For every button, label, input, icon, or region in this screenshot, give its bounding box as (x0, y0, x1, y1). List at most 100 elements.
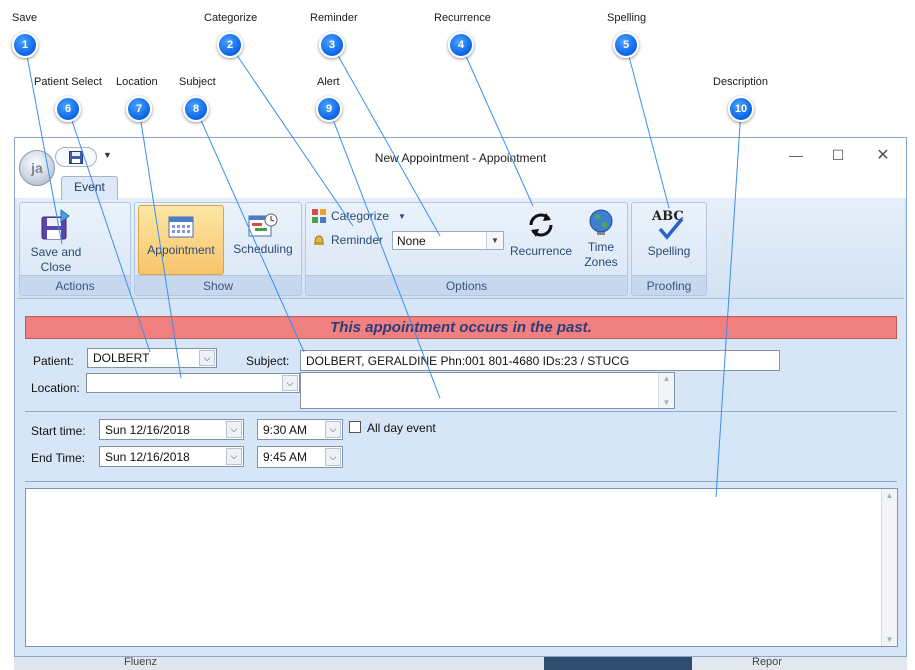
save-close-label-1: Save and (30, 245, 82, 259)
save-and-close-button[interactable]: Save and Close (26, 208, 86, 276)
subject-label: Subject: (246, 354, 290, 368)
all-day-checkbox[interactable] (349, 421, 361, 433)
time-zones-label-1: Time (587, 240, 615, 254)
reminder-label: Reminder (331, 233, 384, 247)
group-options: Options Categorize ▼ Reminder None ▼ Rec… (305, 202, 628, 296)
appointment-window: New Appointment - Appointment ▼ — ☐ ✕ ja… (14, 137, 907, 657)
save-close-label-2: Close (40, 260, 72, 274)
separator-bottom (25, 481, 897, 482)
spelling-button[interactable]: ABC Spelling (638, 209, 700, 271)
background-window-dark (544, 657, 692, 670)
globe-icon (589, 209, 613, 235)
save-close-icon (41, 209, 70, 240)
patient-select[interactable]: DOLBERT ⌵ (87, 348, 217, 368)
categorize-button[interactable]: Categorize ▼ (312, 209, 406, 223)
callout-label-patient-select: Patient Select (34, 76, 102, 88)
callout-label-save: Save (12, 12, 38, 24)
reminder-control: Reminder (312, 233, 383, 247)
scheduling-label: Scheduling (233, 242, 293, 256)
callout-label-spelling: Spelling (607, 12, 647, 24)
callout-label-categorize: Categorize (204, 12, 258, 24)
callout-badge-5: 5 (613, 32, 639, 58)
group-actions: Actions Save and Close (19, 202, 131, 296)
spelling-label: Spelling (647, 244, 691, 258)
appointment-calendar-icon (168, 216, 194, 238)
description-textarea[interactable]: ▲ ▼ (25, 488, 898, 647)
callout-label-location: Location (116, 76, 158, 88)
categorize-label: Categorize (331, 209, 390, 223)
start-time-dropdown-icon[interactable]: ⌵ (325, 421, 341, 438)
callout-badge-10: 10 (728, 96, 754, 122)
callout-label-description: Description (713, 76, 769, 88)
reminder-value: None (397, 233, 426, 248)
background-window-left: Fluenz (14, 656, 544, 670)
location-select[interactable]: ⌵ (86, 373, 300, 393)
start-date-picker[interactable]: Sun 12/16/2018 ⌵ (99, 419, 244, 440)
end-time-dropdown-icon[interactable]: ⌵ (325, 448, 341, 466)
start-time-select[interactable]: 9:30 AM ⌵ (257, 419, 343, 440)
all-day-label: All day event (367, 421, 436, 435)
end-time-select[interactable]: 9:45 AM ⌵ (257, 446, 343, 468)
close-button[interactable]: ✕ (868, 144, 898, 166)
application-orb[interactable]: ja (19, 150, 55, 186)
end-date-picker[interactable]: Sun 12/16/2018 ⌵ (99, 446, 244, 467)
description-scroll-down-icon[interactable]: ▼ (882, 635, 897, 644)
callout-badge-4: 4 (448, 32, 474, 58)
separator-top (25, 411, 897, 412)
callout-badge-9: 9 (316, 96, 342, 122)
recurrence-button[interactable]: Recurrence (508, 209, 574, 271)
callout-badge-8: 8 (183, 96, 209, 122)
group-show: Show Appointment Scheduling (134, 202, 302, 296)
save-icon[interactable] (69, 150, 83, 164)
spelling-icon: ABC (652, 209, 686, 241)
alert-scrollbar[interactable]: ▲ ▼ (658, 373, 674, 408)
start-time-label: Start time: (31, 424, 86, 438)
callout-badge-7: 7 (126, 96, 152, 122)
appointment-label: Appointment (147, 243, 215, 257)
minimize-button[interactable]: — (781, 144, 811, 166)
scroll-down-icon[interactable]: ▼ (659, 398, 674, 407)
maximize-button[interactable]: ☐ (823, 144, 853, 166)
start-date-dropdown-icon[interactable]: ⌵ (226, 421, 242, 438)
start-date-value: Sun 12/16/2018 (105, 422, 190, 437)
appointment-button[interactable]: Appointment (138, 205, 224, 275)
checkmark-icon (658, 217, 684, 240)
start-time-value: 9:30 AM (263, 422, 308, 437)
location-label: Location: (31, 381, 80, 395)
end-time-label: End Time: (31, 451, 86, 465)
end-date-dropdown-icon[interactable]: ⌵ (226, 448, 242, 465)
group-show-label: Show (202, 279, 234, 293)
past-appointment-banner: This appointment occurs in the past. (25, 316, 897, 339)
callout-badge-3: 3 (319, 32, 345, 58)
background-text-left: Fluenz (124, 656, 158, 668)
description-scroll-up-icon[interactable]: ▲ (882, 491, 897, 500)
subject-input[interactable]: DOLBERT, GERALDINE Phn:001 801-4680 IDs:… (300, 350, 780, 371)
group-proofing: Proofing ABC Spelling (631, 202, 707, 296)
quick-access-toolbar[interactable] (55, 147, 97, 167)
location-dropdown-icon[interactable]: ⌵ (282, 375, 298, 391)
reminder-dropdown-icon[interactable]: ▼ (486, 232, 503, 249)
callout-badge-6: 6 (55, 96, 81, 122)
alert-textarea[interactable]: ▲ ▼ (300, 372, 675, 409)
callout-badge-1: 1 (12, 32, 38, 58)
callout-label-recurrence: Recurrence (434, 12, 491, 24)
description-scrollbar[interactable]: ▲ ▼ (881, 489, 897, 646)
group-actions-label: Actions (55, 279, 95, 293)
recurrence-icon (529, 213, 553, 237)
callout-label-reminder: Reminder (310, 12, 358, 24)
scroll-up-icon[interactable]: ▲ (659, 374, 674, 383)
patient-value: DOLBERT (93, 351, 150, 365)
reminder-select[interactable]: None ▼ (392, 231, 504, 250)
tab-event[interactable]: Event (61, 176, 118, 200)
patient-dropdown-icon[interactable]: ⌵ (199, 350, 215, 366)
qat-customize-arrow-icon[interactable]: ▼ (103, 150, 112, 160)
group-options-label: Options (445, 279, 488, 293)
scheduling-button[interactable]: Scheduling (227, 211, 299, 273)
time-zones-button[interactable]: Time Zones (578, 207, 624, 277)
ribbon-tabstrip: Event (15, 174, 906, 200)
callout-label-alert: Alert (317, 76, 340, 88)
end-time-value: 9:45 AM (263, 450, 308, 464)
group-proofing-label: Proofing (646, 279, 692, 293)
scheduling-icon (248, 213, 278, 237)
title-bar: New Appointment - Appointment ▼ — ☐ ✕ (15, 138, 906, 174)
